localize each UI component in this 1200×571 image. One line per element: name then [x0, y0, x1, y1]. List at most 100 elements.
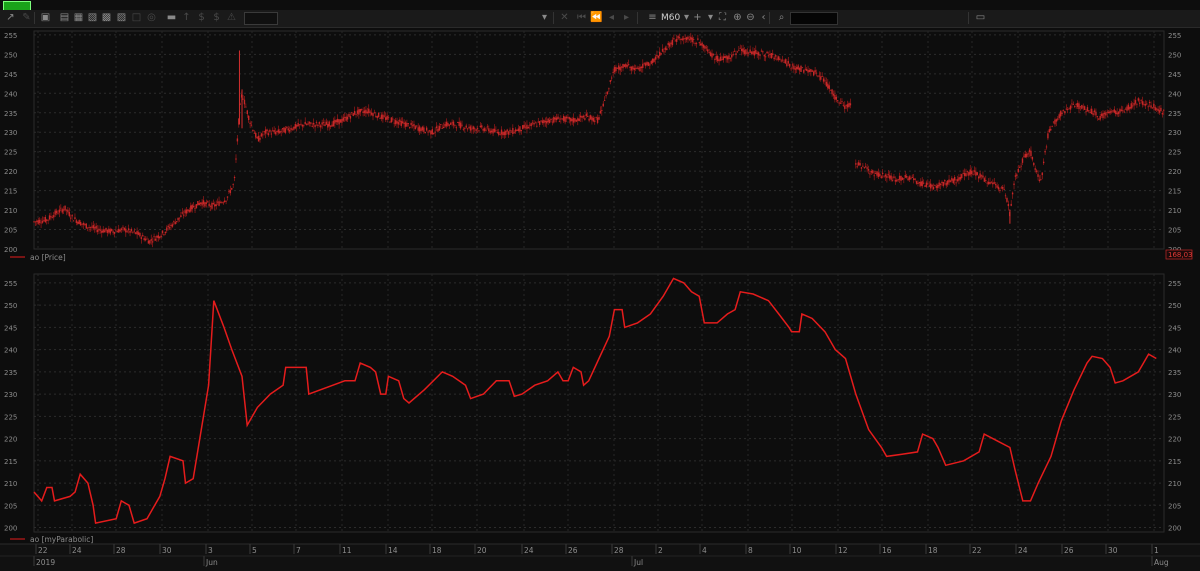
- print-icon[interactable]: ▩: [100, 11, 113, 24]
- candle-body: [691, 37, 693, 43]
- zoom-out-icon[interactable]: ⊖: [744, 11, 757, 24]
- candle-body: [945, 182, 947, 186]
- candle-body: [263, 131, 265, 133]
- account-icon[interactable]: $: [195, 11, 208, 24]
- crosshair-icon[interactable]: ↗: [4, 11, 17, 24]
- candle-body: [102, 229, 104, 233]
- candle-body: [978, 176, 980, 179]
- search-input[interactable]: [790, 12, 838, 25]
- candle-body: [1144, 103, 1147, 106]
- candle-body: [591, 116, 593, 121]
- prev-icon[interactable]: ◂: [605, 11, 618, 24]
- y-tick-label-left: 210: [4, 207, 17, 215]
- save-icon[interactable]: ▧: [86, 11, 99, 24]
- candle-body: [554, 117, 556, 120]
- candle-body: [970, 170, 973, 175]
- candle-body: [958, 177, 960, 181]
- crosshair-plus-icon[interactable]: +: [691, 11, 704, 24]
- candle-body: [835, 96, 837, 100]
- candle-body: [139, 232, 141, 237]
- y-tick-label-left: 200: [4, 525, 17, 533]
- candle-body: [269, 129, 271, 132]
- candle-body: [1120, 109, 1123, 111]
- candle-body: [379, 118, 381, 120]
- candle-body: [1137, 98, 1140, 101]
- chart-type-icon[interactable]: ≡: [646, 11, 659, 24]
- candle-body: [490, 130, 493, 133]
- order-icon[interactable]: ▬: [165, 11, 178, 24]
- new-chart-icon[interactable]: ▣: [39, 11, 52, 24]
- candle-body: [627, 64, 630, 65]
- candle-body: [872, 170, 874, 174]
- zoom-in-icon[interactable]: ⊕: [731, 11, 744, 24]
- candle-body: [211, 202, 213, 209]
- candle-body: [994, 184, 997, 186]
- position-icon-2[interactable]: $: [210, 11, 223, 24]
- y-tick-label-right: 240: [1168, 347, 1181, 355]
- candle-body: [228, 190, 230, 192]
- candle-body: [1130, 103, 1132, 109]
- candle-body: [245, 106, 247, 108]
- candle-body: [685, 37, 688, 40]
- candle-body: [750, 51, 753, 54]
- candle-body: [421, 126, 424, 131]
- candle-body: [684, 38, 686, 40]
- search-icon[interactable]: ⌕: [775, 11, 788, 24]
- candle-body: [397, 122, 400, 125]
- candle-body: [338, 119, 340, 125]
- candle-body: [692, 39, 695, 40]
- candle-body: [197, 201, 199, 206]
- candle-body: [784, 59, 787, 64]
- candle-body: [449, 123, 452, 125]
- candle-body: [1041, 172, 1043, 176]
- candle-body: [399, 119, 401, 122]
- candle-body: [101, 230, 103, 233]
- candle-body: [874, 173, 877, 174]
- timeframe-box[interactable]: [244, 12, 278, 25]
- template-icon[interactable]: ▦: [72, 11, 85, 24]
- candle-body: [47, 219, 49, 221]
- x-tick-label: 12: [838, 546, 848, 555]
- candle-body: [336, 118, 339, 123]
- candle-body: [687, 36, 689, 39]
- candle-body: [300, 123, 302, 125]
- timeframe-label[interactable]: M60: [661, 11, 680, 25]
- first-icon[interactable]: ⏮: [575, 11, 588, 24]
- candle-body: [599, 110, 602, 114]
- candle-body: [664, 47, 667, 50]
- candle-body: [1119, 109, 1121, 113]
- alert-icon[interactable]: ◎: [145, 11, 158, 24]
- candle-body: [1021, 158, 1024, 163]
- dropdown-icon[interactable]: ▾: [538, 11, 551, 24]
- candle-body: [894, 180, 897, 182]
- notes-icon[interactable]: ▭: [974, 11, 987, 24]
- pencil-icon[interactable]: ✎: [20, 11, 33, 24]
- candle-body: [331, 124, 333, 127]
- candle-body: [505, 130, 507, 135]
- candle-body: [680, 38, 682, 41]
- candle-body: [688, 39, 691, 41]
- settings-icon[interactable]: ▨: [115, 11, 128, 24]
- candle-body: [719, 56, 722, 61]
- candle-body: [1074, 106, 1076, 107]
- candle-body: [291, 129, 294, 131]
- candle-body: [349, 116, 352, 119]
- candle-body: [442, 126, 445, 129]
- position-icon[interactable]: ↑: [180, 11, 193, 24]
- candle-body: [320, 125, 322, 128]
- legend-label: ao [Price]: [30, 253, 66, 262]
- candle-body: [368, 108, 370, 114]
- prev-page-icon[interactable]: ⏪: [590, 11, 603, 24]
- candle-body: [231, 188, 233, 190]
- candle-body: [226, 196, 229, 198]
- candle-body: [711, 53, 713, 58]
- open-icon[interactable]: ▤: [58, 11, 71, 24]
- alert-icon-2[interactable]: ⚠: [225, 11, 238, 24]
- chat-icon[interactable]: □: [130, 11, 143, 24]
- candle-body: [901, 177, 904, 180]
- chart-area[interactable]: 2002002052052102102152152202202252252302…: [0, 28, 1200, 571]
- fit-icon[interactable]: ⛶: [716, 11, 729, 24]
- close-icon[interactable]: ✕: [558, 11, 571, 24]
- next-icon[interactable]: ▸: [620, 11, 633, 24]
- candle-body: [363, 110, 366, 113]
